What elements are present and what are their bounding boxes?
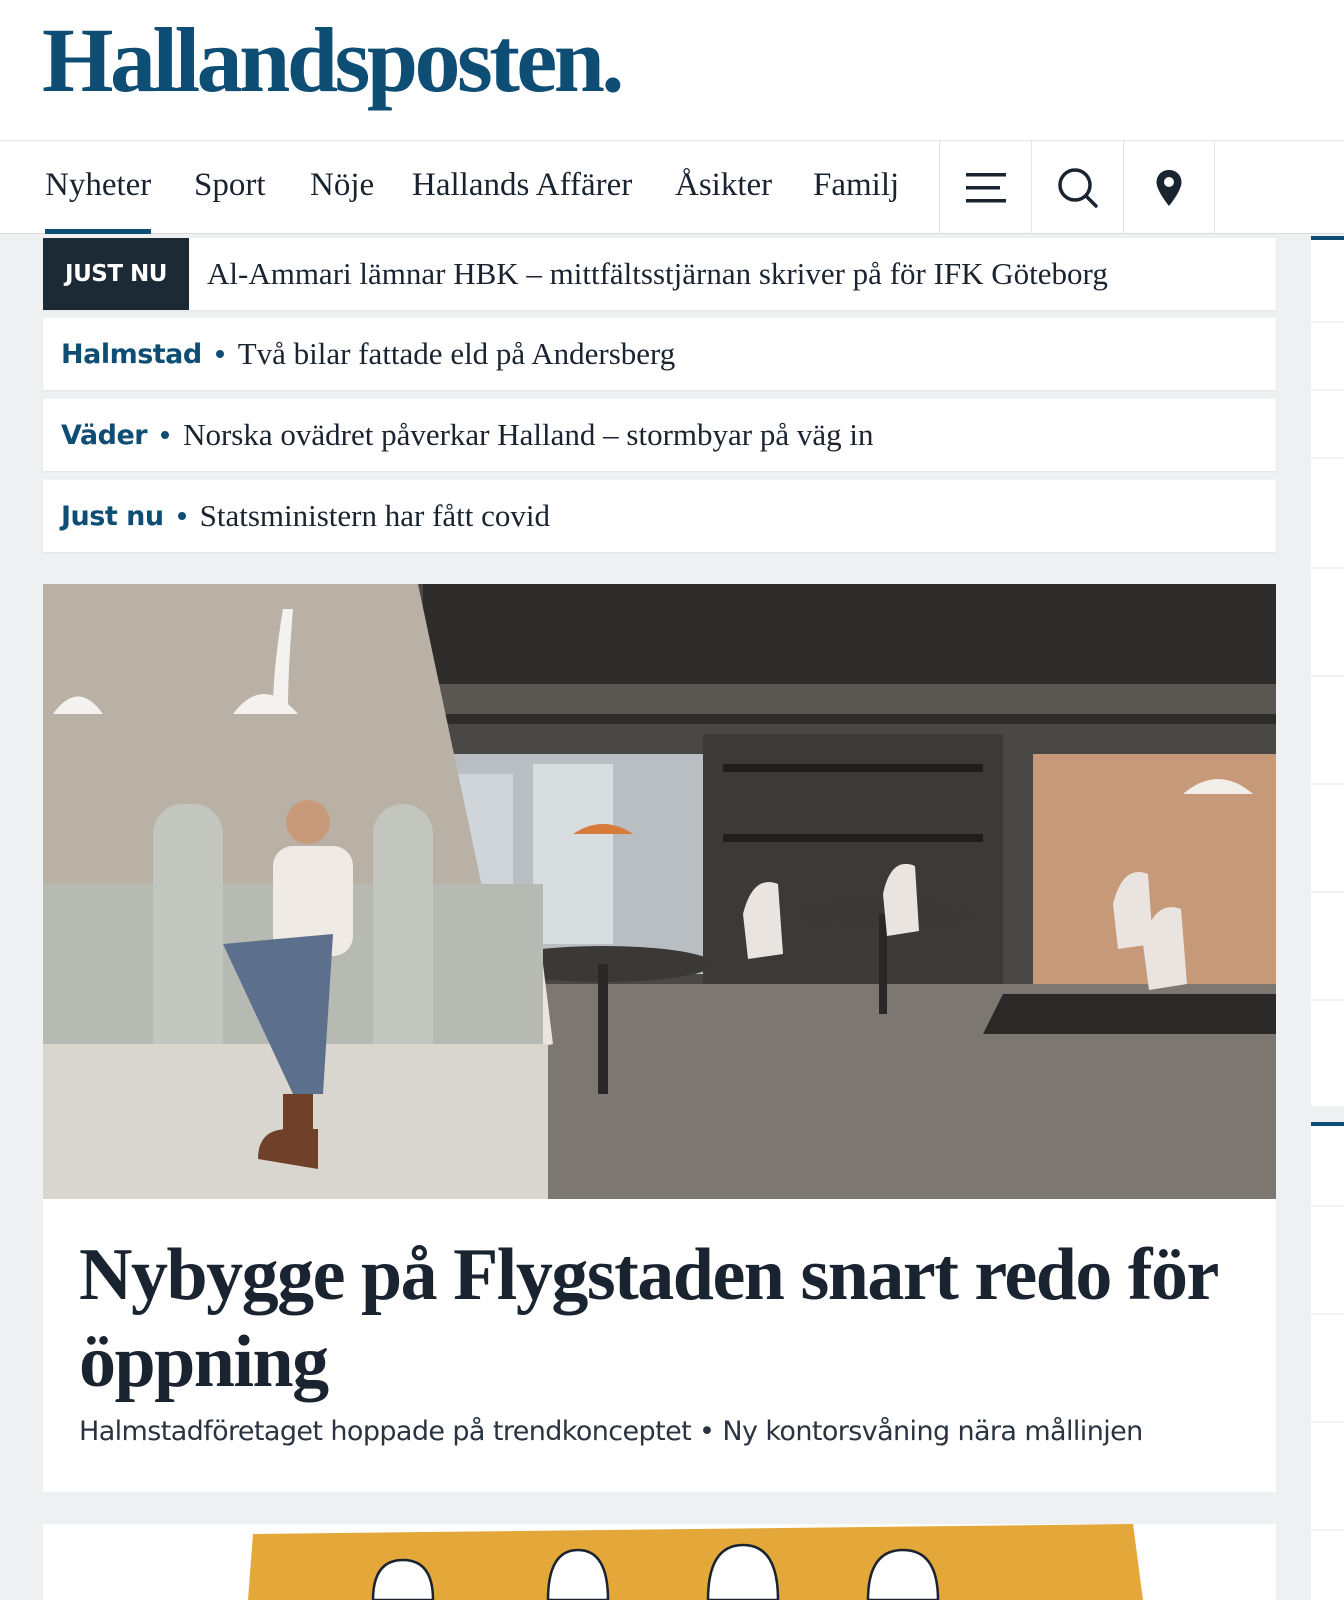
menu-button[interactable] (939, 141, 1031, 234)
article-subline: Halmstadföretaget hoppade på trendkoncep… (79, 1416, 1143, 1447)
right-rail (1311, 236, 1344, 1600)
article-hero-image[interactable] (43, 584, 1276, 1199)
illustration-image (43, 1524, 1276, 1600)
news-title[interactable]: Norska ovädret påverkar Halland – stormb… (183, 417, 873, 453)
masthead: Hallandsposten. (0, 0, 1344, 140)
search-icon (1057, 167, 1098, 208)
nav-item-sport[interactable]: Sport (194, 141, 266, 234)
nav-item-asikter[interactable]: Åsikter (675, 141, 772, 234)
breaking-news-bar[interactable]: JUST NU Al-Ammari lämnar HBK – mittfälts… (43, 238, 1276, 310)
hero-photo (43, 584, 1276, 1199)
news-item[interactable]: Halmstad Två bilar fattade eld på Anders… (43, 318, 1276, 390)
nav-item-familj[interactable]: Familj (813, 141, 899, 234)
nav-icon-group (939, 141, 1215, 234)
news-title[interactable]: Statsministern har fått covid (200, 498, 550, 534)
nav-item-nyheter[interactable]: Nyheter (45, 141, 152, 234)
just-nu-badge: JUST NU (43, 238, 189, 310)
location-pin-icon (1156, 169, 1182, 206)
location-button[interactable] (1123, 141, 1215, 234)
news-kicker: Väder (61, 419, 148, 451)
right-rail-edge (1311, 236, 1344, 1600)
bullet-icon (161, 431, 170, 439)
site-logo[interactable]: Hallandsposten. (42, 8, 624, 114)
breaking-headline[interactable]: Al-Ammari lämnar HBK – mittfältsstjärnan… (207, 256, 1108, 292)
bullet-icon (177, 512, 186, 520)
menu-icon (965, 172, 1006, 202)
news-item[interactable]: Väder Norska ovädret påverkar Halland – … (43, 399, 1276, 471)
next-article-card[interactable] (43, 1524, 1276, 1600)
nav-item-hallands-affarer[interactable]: Hallands Affärer (412, 141, 632, 234)
search-button[interactable] (1031, 141, 1123, 234)
nav-item-noje[interactable]: Nöje (310, 141, 374, 234)
main-article-card[interactable]: Nybygge på Flygstaden snart redo för öpp… (43, 584, 1276, 1492)
news-kicker: Halmstad (61, 338, 202, 370)
main-nav: Nyheter Sport Nöje Hallands Affärer Åsik… (0, 140, 1344, 234)
article-headline[interactable]: Nybygge på Flygstaden snart redo för öpp… (79, 1232, 1259, 1406)
news-kicker: Just nu (61, 500, 164, 532)
news-title[interactable]: Två bilar fattade eld på Andersberg (238, 336, 676, 372)
bullet-icon (215, 350, 224, 358)
news-item[interactable]: Just nu Statsministern har fått covid (43, 480, 1276, 552)
